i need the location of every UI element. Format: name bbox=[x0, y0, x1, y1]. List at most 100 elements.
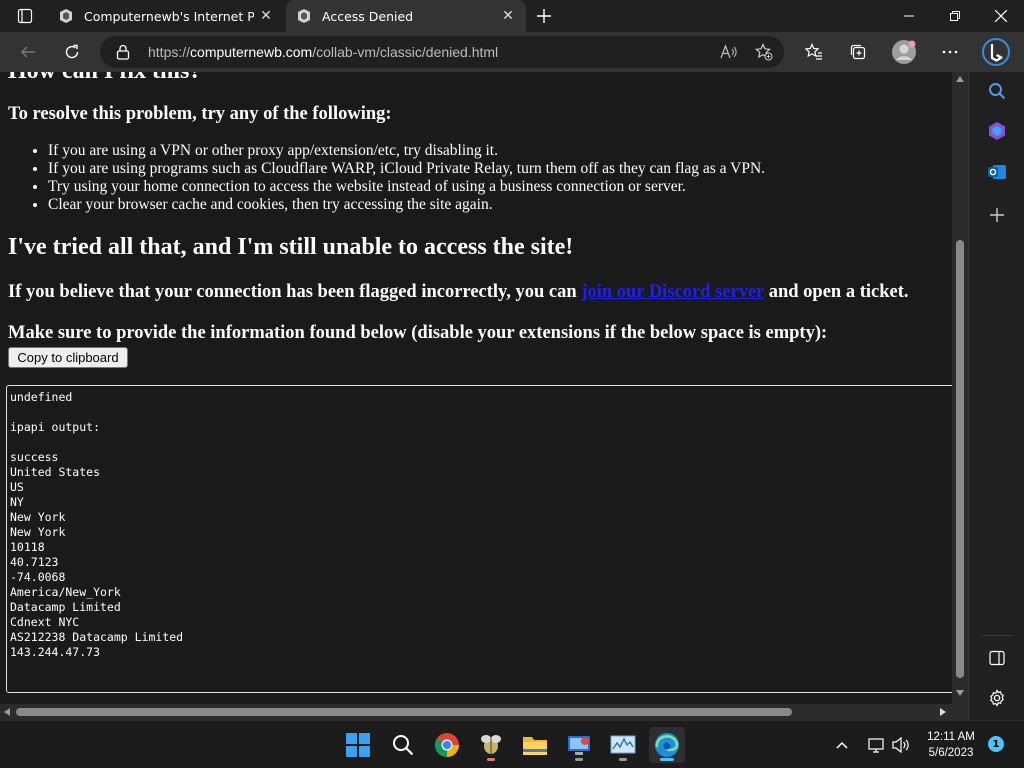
sidebar-outlook-button[interactable] bbox=[983, 158, 1011, 186]
tab-actions-button[interactable] bbox=[8, 4, 42, 28]
search-icon bbox=[989, 83, 1006, 100]
favorites-icon bbox=[805, 43, 822, 60]
info-text: undefined ipapi output: success United S… bbox=[10, 390, 184, 659]
remote-desktop-icon bbox=[568, 736, 590, 755]
add-favorite-icon bbox=[755, 43, 773, 61]
taskbar-search-button[interactable] bbox=[385, 727, 421, 763]
minimize-button[interactable] bbox=[886, 0, 932, 32]
edge-sidebar bbox=[968, 72, 1024, 720]
tab-close-button[interactable]: ✕ bbox=[496, 4, 520, 28]
scroll-up-arrow-icon[interactable] bbox=[956, 76, 964, 82]
restore-icon bbox=[950, 11, 960, 21]
lock-icon[interactable] bbox=[116, 44, 130, 64]
vertical-scroll-thumb[interactable] bbox=[956, 240, 964, 678]
vertical-scrollbar[interactable] bbox=[952, 72, 968, 704]
plus-icon bbox=[990, 208, 1004, 222]
fix-list: If you are using a VPN or other proxy ap… bbox=[48, 142, 765, 214]
list-item: If you are using a VPN or other proxy ap… bbox=[48, 142, 765, 160]
restore-button[interactable] bbox=[932, 0, 978, 32]
chevron-up-icon bbox=[836, 741, 848, 749]
add-favorite-button[interactable] bbox=[748, 36, 780, 68]
network-icon bbox=[868, 738, 884, 753]
url-path: /collab-vm/classic/denied.html bbox=[312, 44, 499, 60]
chrome-icon bbox=[434, 733, 459, 757]
more-button[interactable] bbox=[934, 36, 966, 68]
resolve-heading: To resolve this problem, try any of the … bbox=[8, 104, 392, 124]
outlook-icon bbox=[988, 165, 1006, 179]
info-textarea[interactable]: undefined ipapi output: success United S… bbox=[6, 385, 952, 693]
profile-button[interactable] bbox=[888, 36, 920, 68]
fix-heading: How can I fix this? bbox=[8, 72, 201, 85]
scrollbar-corner bbox=[952, 704, 968, 720]
volume-status[interactable] bbox=[888, 727, 914, 763]
close-window-button[interactable] bbox=[978, 0, 1024, 32]
new-tab-button[interactable] bbox=[530, 4, 558, 28]
make-sure-heading: Make sure to provide the information fou… bbox=[8, 323, 828, 343]
bing-chat-button[interactable] bbox=[980, 36, 1012, 68]
edge-icon bbox=[655, 733, 679, 757]
read-aloud-button[interactable] bbox=[712, 36, 744, 68]
horizontal-scroll-thumb[interactable] bbox=[16, 708, 792, 716]
sidebar-add-button[interactable] bbox=[983, 201, 1011, 229]
tab-actions-icon bbox=[17, 8, 33, 24]
taskbar-file-explorer[interactable] bbox=[517, 727, 553, 763]
page-content: How can I fix this? To resolve this prob… bbox=[0, 72, 952, 704]
windows-logo-icon bbox=[346, 733, 370, 757]
monitor-graph-icon bbox=[610, 735, 636, 754]
horizontal-scrollbar[interactable] bbox=[0, 704, 952, 720]
computernewb-favicon bbox=[296, 8, 312, 24]
flagged-text-after: and open a ticket. bbox=[764, 282, 909, 302]
start-button[interactable] bbox=[340, 727, 376, 763]
tab-close-button[interactable]: ✕ bbox=[254, 4, 278, 28]
network-status[interactable] bbox=[864, 727, 890, 763]
scroll-right-arrow-icon[interactable] bbox=[940, 708, 946, 716]
browser-toolbar: https://computernewb.com/collab-vm/class… bbox=[0, 32, 1024, 72]
tab-access-denied[interactable]: Access Denied ✕ bbox=[286, 0, 526, 32]
running-indicator bbox=[660, 758, 674, 761]
list-item: If you are using programs such as Cloudf… bbox=[48, 160, 765, 178]
windows-taskbar: 12:11 AM 5/6/2023 1 bbox=[0, 720, 1024, 768]
discord-server-link[interactable]: join our Discord server bbox=[581, 282, 764, 302]
sidebar-copilot-button[interactable] bbox=[983, 117, 1011, 145]
plus-icon bbox=[537, 9, 551, 23]
back-arrow-icon bbox=[21, 46, 35, 58]
read-aloud-icon bbox=[720, 44, 737, 59]
back-button[interactable] bbox=[12, 36, 44, 68]
list-item: Clear your browser cache and cookies, th… bbox=[48, 196, 765, 214]
address-bar[interactable]: https://computernewb.com/collab-vm/class… bbox=[100, 36, 784, 68]
notification-badge[interactable]: 1 bbox=[988, 736, 1004, 752]
scroll-down-arrow-icon[interactable] bbox=[956, 690, 964, 696]
collections-button[interactable] bbox=[842, 36, 874, 68]
sidebar-settings-button[interactable] bbox=[983, 684, 1011, 712]
refresh-icon bbox=[65, 44, 79, 59]
running-indicator bbox=[619, 758, 627, 761]
system-clock[interactable]: 12:11 AM 5/6/2023 bbox=[916, 729, 986, 761]
taskbar-remote-desktop[interactable] bbox=[561, 727, 597, 763]
list-item: Try using your home connection to access… bbox=[48, 178, 765, 196]
panel-icon bbox=[989, 650, 1005, 666]
scroll-left-arrow-icon[interactable] bbox=[4, 708, 10, 716]
favorites-button[interactable] bbox=[798, 36, 830, 68]
url-text[interactable]: https://computernewb.com/collab-vm/class… bbox=[148, 44, 498, 60]
minimize-icon bbox=[904, 15, 914, 17]
still-unable-heading: I've tried all that, and I'm still unabl… bbox=[8, 234, 574, 260]
sidebar-search-button[interactable] bbox=[983, 77, 1011, 105]
profile-icon bbox=[892, 40, 916, 64]
copy-to-clipboard-button[interactable]: Copy to clipboard bbox=[8, 347, 128, 368]
tab-computernewb-pub[interactable]: Computernewb's Internet Pub Hu ✕ bbox=[48, 0, 284, 32]
clock-date: 5/6/2023 bbox=[928, 747, 974, 759]
taskbar-chrome[interactable] bbox=[429, 727, 465, 763]
show-hidden-icons-button[interactable] bbox=[828, 727, 856, 763]
taskbar-resource-monitor[interactable] bbox=[605, 727, 641, 763]
url-scheme: https:// bbox=[148, 44, 191, 60]
sidebar-hide-button[interactable] bbox=[983, 644, 1011, 672]
tab-title: Computernewb's Internet Pub Hu bbox=[84, 8, 254, 24]
refresh-button[interactable] bbox=[56, 36, 88, 68]
volume-icon bbox=[892, 737, 909, 753]
close-icon bbox=[995, 10, 1007, 22]
tab-strip: Computernewb's Internet Pub Hu ✕ Access … bbox=[0, 0, 1024, 32]
url-host: computernewb.com bbox=[190, 44, 313, 60]
flagged-text-before: If you believe that your connection has … bbox=[8, 282, 582, 302]
taskbar-edge[interactable] bbox=[649, 727, 685, 763]
taskbar-app-bug[interactable] bbox=[473, 727, 509, 763]
